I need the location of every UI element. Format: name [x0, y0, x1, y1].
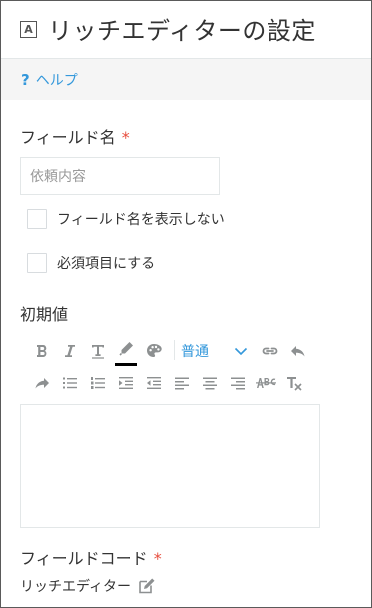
field-code-label: フィールドコード * — [20, 545, 162, 569]
dialog-title: リッチエディターの設定 — [48, 17, 316, 45]
text-field-icon: A — [20, 21, 37, 38]
rich-text-editor-area[interactable] — [20, 404, 320, 528]
rich-text-toolbar: 普通 — [20, 336, 320, 402]
dialog-header: A リッチエディターの設定 — [1, 1, 371, 59]
align-right-icon[interactable] — [226, 370, 250, 396]
required-field-label: 必須項目にする — [57, 256, 156, 272]
clear-format-icon[interactable] — [282, 370, 306, 396]
field-code-value: リッチエディター — [20, 579, 132, 595]
strikethrough-icon[interactable] — [254, 370, 278, 396]
pencil-edit-icon[interactable] — [137, 576, 157, 596]
help-label: ヘルプ — [35, 73, 78, 89]
bullet-list-icon[interactable] — [58, 370, 82, 396]
field-name-input[interactable]: 依頼内容 — [20, 157, 220, 195]
current-text-color-swatch — [115, 363, 137, 366]
checkbox-box[interactable] — [27, 209, 47, 229]
background-color-icon[interactable] — [142, 338, 166, 364]
toolbar-separator — [174, 340, 175, 360]
help-link[interactable]: ? ヘルプ — [21, 70, 78, 90]
text-color-icon[interactable] — [114, 336, 138, 362]
numbered-list-icon[interactable] — [86, 370, 110, 396]
required-field-checkbox[interactable]: 必須項目にする — [27, 253, 155, 273]
italic-icon[interactable] — [58, 338, 82, 364]
required-mark: * — [121, 128, 130, 147]
default-value-label: 初期値 — [20, 305, 69, 324]
link-icon[interactable] — [258, 338, 282, 364]
field-code-label-text: フィールドコード — [20, 549, 148, 568]
field-code-row: リッチエディター — [20, 576, 157, 596]
required-mark: * — [153, 549, 162, 568]
checkbox-box[interactable] — [27, 253, 47, 273]
field-name-label: フィールド名 * — [20, 124, 130, 148]
hide-field-name-label: フィールド名を表示しない — [57, 212, 225, 228]
field-name-label-text: フィールド名 — [20, 128, 116, 147]
chevron-down-icon — [234, 347, 248, 356]
text-field-icon-glyph: A — [24, 23, 33, 36]
align-left-icon[interactable] — [170, 370, 194, 396]
help-bar: ? ヘルプ — [1, 59, 371, 100]
font-size-selected: 普通 — [181, 344, 209, 360]
underline-icon[interactable] — [86, 338, 110, 364]
question-icon: ? — [21, 71, 30, 89]
indent-icon[interactable] — [114, 370, 138, 396]
redo-icon[interactable] — [30, 370, 54, 396]
hide-field-name-checkbox[interactable]: フィールド名を表示しない — [27, 209, 225, 229]
undo-icon[interactable] — [286, 338, 310, 364]
bold-icon[interactable] — [30, 338, 54, 364]
font-size-select[interactable]: 普通 — [181, 339, 248, 363]
align-center-icon[interactable] — [198, 370, 222, 396]
outdent-icon[interactable] — [142, 370, 166, 396]
